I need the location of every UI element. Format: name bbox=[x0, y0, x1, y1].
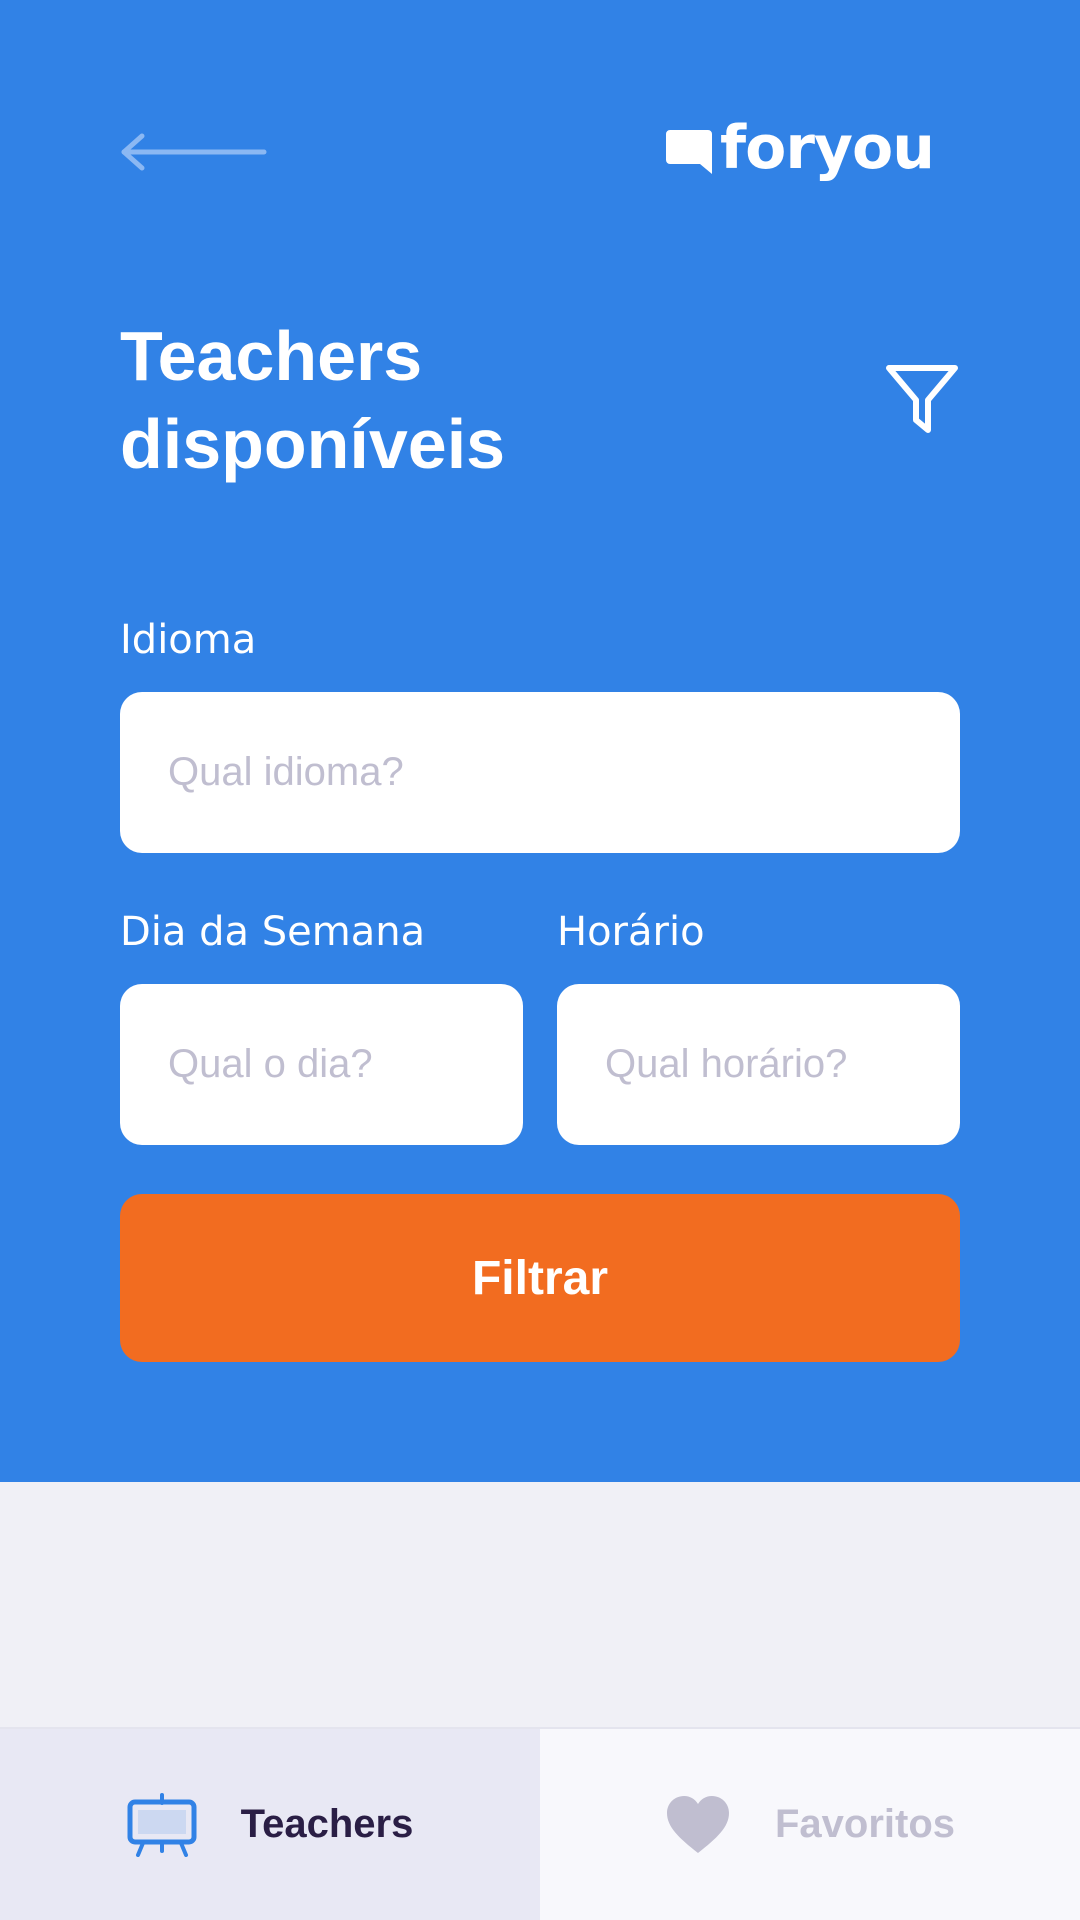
logo-text: foryou bbox=[720, 113, 935, 183]
time-input[interactable] bbox=[557, 984, 960, 1145]
page-title-line-1: Teachers bbox=[120, 317, 423, 395]
language-input[interactable] bbox=[120, 692, 960, 853]
easel-board-icon bbox=[127, 1792, 197, 1857]
weekday-label: Dia da Semana bbox=[120, 909, 426, 955]
page-title: Teachers disponíveis bbox=[120, 312, 760, 488]
language-label: Idioma bbox=[120, 617, 257, 663]
header-panel: foryou Teachers disponíveis Idioma Dia d… bbox=[0, 0, 1080, 1482]
arrow-left-icon bbox=[121, 133, 267, 171]
page-title-line-2: disponíveis bbox=[120, 405, 506, 483]
tab-favoritos-label: Favoritos bbox=[774, 1802, 956, 1846]
tab-favoritos[interactable]: Favoritos bbox=[540, 1729, 1080, 1920]
app-logo: foryou bbox=[664, 116, 964, 188]
filter-toggle-button[interactable] bbox=[884, 362, 960, 436]
heart-icon bbox=[665, 1795, 731, 1855]
filter-submit-button[interactable]: Filtrar bbox=[120, 1194, 960, 1362]
time-label: Horário bbox=[557, 909, 705, 955]
tab-teachers-label: Teachers bbox=[240, 1802, 414, 1846]
funnel-icon bbox=[886, 365, 958, 433]
chat-bubble-icon bbox=[666, 130, 712, 174]
weekday-input[interactable] bbox=[120, 984, 523, 1145]
tab-teachers[interactable]: Teachers bbox=[0, 1729, 540, 1920]
bottom-tab-bar: Teachers Favoritos bbox=[0, 1727, 1080, 1920]
back-button[interactable] bbox=[118, 130, 268, 174]
